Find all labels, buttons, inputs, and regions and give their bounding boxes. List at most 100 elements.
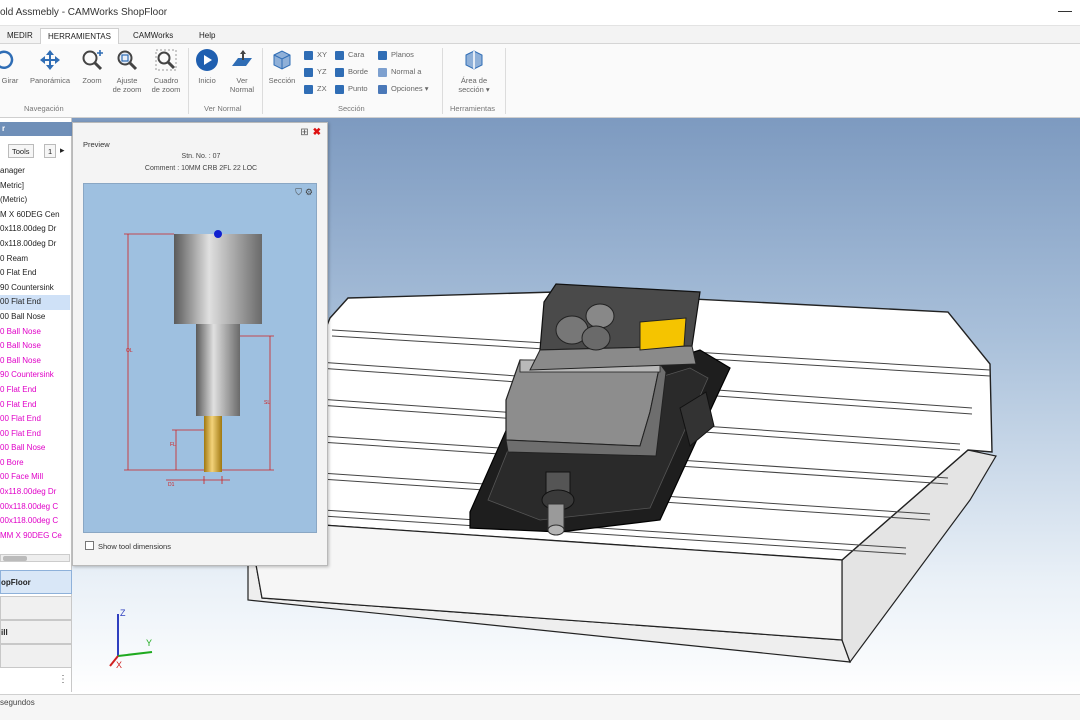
tab-scroll-right-icon[interactable]: ▸ bbox=[60, 145, 65, 156]
ribbon-separator bbox=[505, 48, 506, 114]
left-panel: r Tools 1 ▸ anager Metric] (Metric) M X 60D… bbox=[0, 118, 72, 692]
tree-item[interactable]: 0x118.00deg Dr bbox=[0, 222, 70, 237]
tree-item[interactable]: Metric] bbox=[0, 179, 70, 194]
view-normal-button[interactable]: Ver Normal bbox=[226, 48, 258, 94]
svg-text:Y: Y bbox=[146, 638, 152, 648]
panel-header: r bbox=[0, 122, 72, 136]
filter-icon[interactable]: ⛉ bbox=[295, 187, 302, 198]
tree-item[interactable]: 00x118.00deg C bbox=[0, 500, 70, 515]
nav-button-3[interactable]: ill bbox=[0, 620, 72, 644]
settings-icon[interactable]: ⚙ bbox=[305, 187, 313, 198]
tree-item[interactable]: 0 Bore bbox=[0, 456, 70, 471]
tree-item[interactable]: 90 Countersink bbox=[0, 368, 70, 383]
pin-icon[interactable]: ⊞ bbox=[300, 127, 308, 138]
ribbon-separator bbox=[188, 48, 189, 114]
section-normal-to-button[interactable]: Normal a bbox=[378, 66, 421, 78]
minimize-button[interactable] bbox=[1058, 2, 1072, 12]
ribbon-tabs: MEDIR HERRAMIENTAS CAMWorks Help bbox=[0, 26, 1080, 44]
edge-icon bbox=[335, 68, 344, 77]
tab-tools[interactable]: Tools bbox=[8, 144, 34, 158]
section-xy-button[interactable]: XY bbox=[304, 49, 327, 61]
section-options-dropdown[interactable]: Opciones ▾ bbox=[378, 83, 429, 95]
tree-item[interactable]: (Metric) bbox=[0, 193, 70, 208]
panel-menu-icon[interactable]: ⋮ bbox=[58, 674, 68, 685]
face-icon bbox=[335, 51, 344, 60]
tree-item[interactable]: MM X 90DEG Ce bbox=[0, 529, 70, 544]
tree-item[interactable]: 90 Countersink bbox=[0, 281, 70, 296]
tree-item[interactable]: 0 Ball Nose bbox=[0, 325, 70, 340]
rotate-icon bbox=[0, 50, 14, 69]
zx-plane-icon bbox=[304, 85, 313, 94]
tree-item[interactable]: 0 Flat End bbox=[0, 398, 70, 413]
normal-to-icon bbox=[378, 68, 387, 77]
section-edge-button[interactable]: Borde bbox=[335, 66, 368, 78]
pan-button[interactable]: Panorámica bbox=[24, 48, 76, 85]
tool-preview-canvas[interactable]: ⛉ ⚙ OL SL FL D1 bbox=[83, 183, 317, 533]
close-icon[interactable]: ✖ bbox=[313, 127, 321, 138]
section-planes-button[interactable]: Planos bbox=[378, 49, 414, 61]
xy-plane-icon bbox=[304, 51, 313, 60]
zoom-fit-icon bbox=[117, 50, 138, 71]
checkbox-box[interactable] bbox=[85, 541, 94, 550]
zoom-fit-button[interactable]: Ajuste de zoom bbox=[108, 48, 146, 94]
section-yz-button[interactable]: YZ bbox=[304, 66, 327, 78]
tab-camworks[interactable]: CAMWorks bbox=[126, 28, 180, 44]
tree-item[interactable]: 0 Ball Nose bbox=[0, 339, 70, 354]
tree-item[interactable]: 00 Face Mill bbox=[0, 470, 70, 485]
ribbon-separator bbox=[442, 48, 443, 114]
section-point-button[interactable]: Punto bbox=[335, 83, 368, 95]
tree-item[interactable]: 00 Flat End bbox=[0, 412, 70, 427]
section-area-button[interactable]: Área de sección ▾ bbox=[452, 48, 496, 94]
tree-item[interactable]: 00 Flat End bbox=[0, 427, 70, 442]
axis-triad: Z Y X bbox=[109, 608, 153, 670]
point-icon bbox=[335, 85, 344, 94]
zoom-box-button[interactable]: Cuadro de zoom bbox=[148, 48, 184, 94]
tree-item[interactable]: 0x118.00deg Dr bbox=[0, 237, 70, 252]
home-button[interactable]: Inicio bbox=[194, 48, 220, 85]
station-number: Stn. No. : 07 bbox=[181, 153, 221, 160]
svg-text:X: X bbox=[116, 660, 122, 670]
svg-text:SL: SL bbox=[264, 400, 270, 406]
tree-item[interactable]: 00 Ball Nose bbox=[0, 310, 70, 325]
title-bar: old Assmebly - CAMWorks ShopFloor bbox=[0, 0, 1080, 26]
zoom-button[interactable]: Zoom bbox=[78, 48, 106, 85]
show-tool-dimensions-checkbox[interactable]: Show tool dimensions bbox=[85, 541, 171, 551]
nav-shopfloor[interactable]: opFloor bbox=[0, 570, 72, 594]
yz-plane-icon bbox=[304, 68, 313, 77]
tree-item[interactable]: 00 Flat End bbox=[0, 295, 70, 310]
section-zx-button[interactable]: ZX bbox=[304, 83, 327, 95]
tab-1[interactable]: 1 bbox=[44, 144, 57, 158]
group-label-ver-normal: Ver Normal bbox=[204, 104, 242, 113]
tab-help[interactable]: Help bbox=[192, 28, 222, 44]
scroll-thumb[interactable] bbox=[3, 556, 27, 561]
tab-medir[interactable]: MEDIR bbox=[0, 28, 40, 44]
tree-item[interactable]: 0 Flat End bbox=[0, 266, 70, 281]
options-tools-icon bbox=[378, 85, 387, 94]
tab-herramientas[interactable]: HERRAMIENTAS bbox=[40, 28, 119, 44]
tree-item[interactable]: M X 60DEG Cen bbox=[0, 208, 70, 223]
tree-item[interactable]: 0 Ball Nose bbox=[0, 354, 70, 369]
tool-tree: anager Metric] (Metric) M X 60DEG Cen 0x118.… bbox=[0, 164, 70, 543]
tree-item[interactable]: anager bbox=[0, 164, 70, 179]
nav-button-4[interactable] bbox=[0, 644, 72, 668]
tree-item[interactable]: 00 Ball Nose bbox=[0, 441, 70, 456]
tree-item[interactable]: 00x118.00deg C bbox=[0, 514, 70, 529]
zoom-icon bbox=[82, 50, 103, 71]
nav-button-2[interactable] bbox=[0, 596, 72, 620]
tree-item[interactable]: 0 Flat End bbox=[0, 383, 70, 398]
tree-item[interactable]: 0 Ream bbox=[0, 252, 70, 267]
svg-text:D1: D1 bbox=[168, 482, 175, 488]
tree-item[interactable]: 0x118.00deg Dr bbox=[0, 485, 70, 500]
preview-title: Preview bbox=[83, 140, 110, 149]
ribbon: Girar Panorámica Zoom Ajuste de zoom Cua… bbox=[0, 44, 1080, 118]
group-label-navegacion: Navegación bbox=[24, 104, 64, 113]
section-button[interactable]: Sección bbox=[266, 48, 298, 85]
section-face-button[interactable]: Cara bbox=[335, 49, 364, 61]
horizontal-scrollbar[interactable] bbox=[0, 554, 70, 562]
svg-text:Z: Z bbox=[120, 608, 126, 618]
rotate-button[interactable]: Girar bbox=[0, 48, 20, 85]
status-text: segundos bbox=[0, 698, 35, 707]
view-normal-icon bbox=[232, 50, 252, 66]
svg-text:OL: OL bbox=[126, 348, 133, 354]
ribbon-separator bbox=[262, 48, 263, 114]
